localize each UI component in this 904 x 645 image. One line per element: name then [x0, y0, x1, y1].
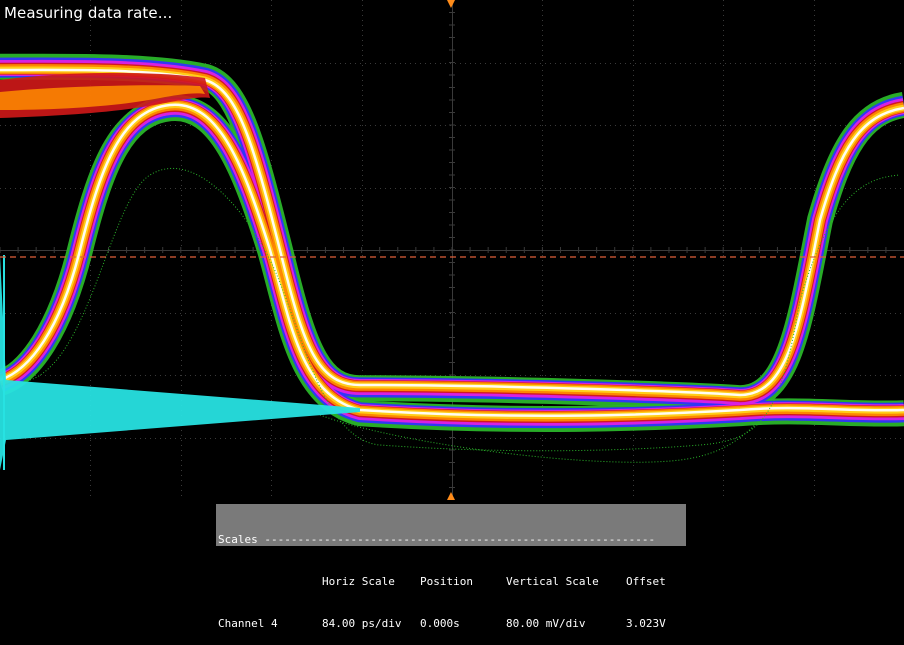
waveform-display[interactable]	[0, 0, 904, 500]
position-header: Position	[420, 575, 473, 588]
channel-name: Channel 4	[218, 617, 278, 630]
horiz-scale-value: 84.00 ps/div	[322, 617, 402, 630]
horizontal-position-marker-top[interactable]	[447, 0, 455, 8]
offset-value: 3.023V	[626, 617, 666, 630]
position-value: 0.000s	[420, 617, 460, 630]
offset-header: Offset	[626, 575, 666, 588]
scales-title: Scales	[218, 533, 265, 546]
status-message: Measuring data rate...	[4, 4, 173, 22]
scales-divider: ----------------------------------------…	[264, 533, 656, 546]
horiz-scale-header: Horiz Scale	[322, 575, 395, 588]
scales-panel: Scales ---------------------------------…	[216, 504, 686, 630]
vertical-scale-header: Vertical Scale	[506, 575, 599, 588]
horizontal-position-marker-bottom[interactable]	[447, 492, 455, 500]
vertical-scale-value: 80.00 mV/div	[506, 617, 586, 630]
waveform-canvas	[0, 0, 904, 500]
